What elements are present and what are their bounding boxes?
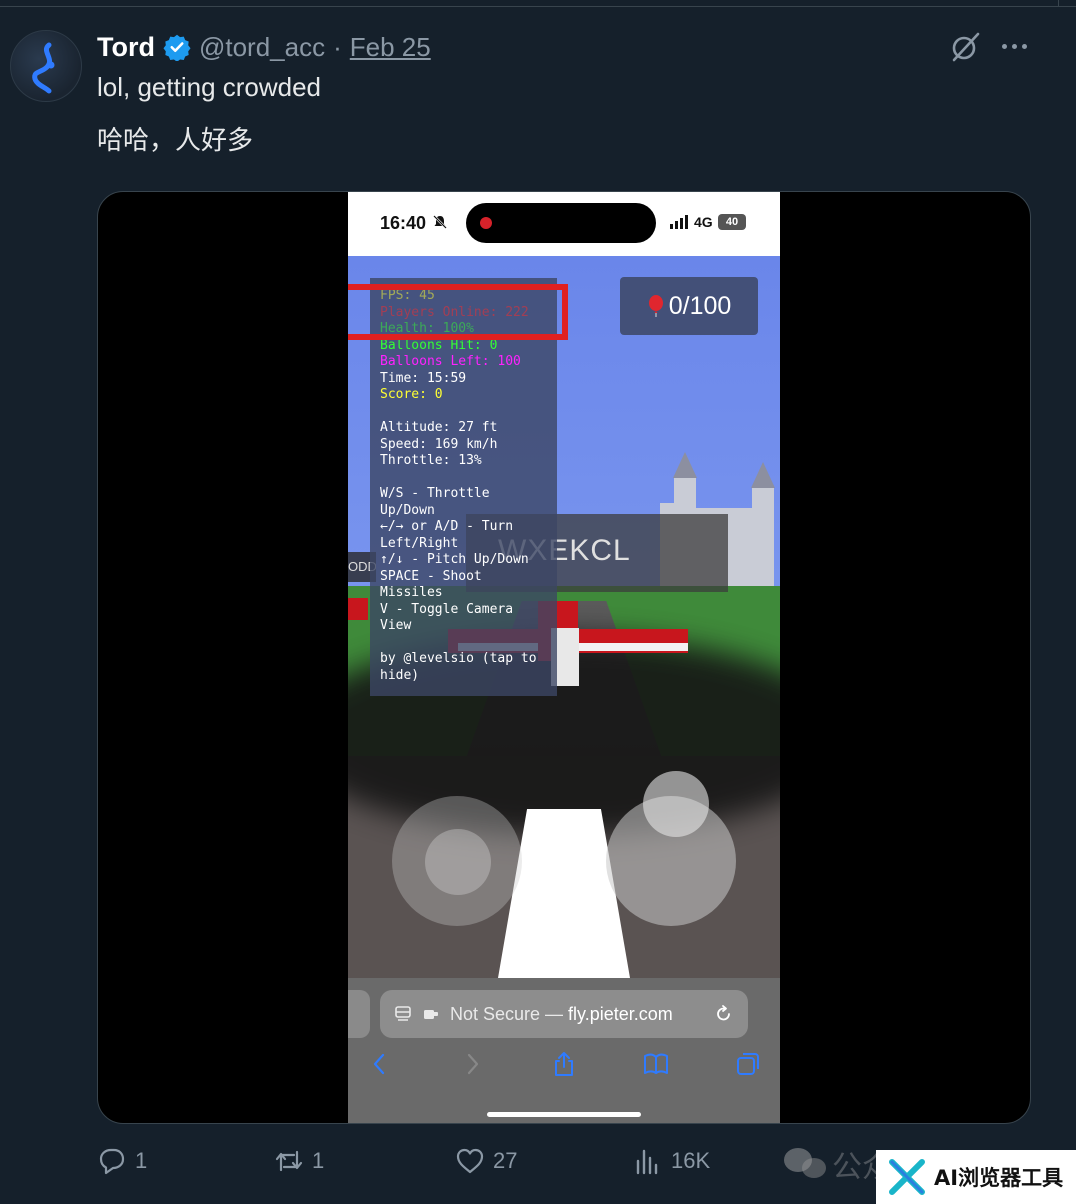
hud-score: Score: 0: [380, 387, 443, 402]
top-divider: [0, 6, 1058, 7]
tweet-text-translation: 哈哈，人好多: [97, 126, 254, 156]
repost-icon: [275, 1150, 303, 1172]
hud-control-throttle: W/S - Throttle Up/Down: [380, 486, 490, 518]
signal-icon: [670, 215, 690, 229]
previous-tab[interactable]: [348, 990, 370, 1038]
url-text: Not Secure — fly.pieter.com: [450, 1004, 673, 1025]
recording-dot: [480, 217, 492, 229]
hud-time: Time: 15:59: [380, 370, 467, 386]
safari-bottom-bar: Not Secure — fly.pieter.com: [348, 978, 780, 1123]
tweet-text: lol, getting crowded: [97, 72, 322, 102]
hud-control-camera: V - Toggle Camera View: [380, 601, 514, 634]
highlight-box: [348, 284, 568, 340]
other-player-plane: [348, 598, 368, 620]
hud-control-shoot: SPACE - Shoot Missiles: [380, 568, 482, 601]
watermark-label: AI浏览器工具: [934, 1166, 1064, 1190]
share-icon[interactable]: [550, 1050, 578, 1078]
watermark: 公众号 AI浏览器工具: [780, 1142, 1076, 1204]
bookmarks-icon[interactable]: [642, 1050, 670, 1078]
balloon-count: 0/100: [668, 291, 732, 320]
tweet-header: Tord @tord_acc · Feb 25: [97, 30, 431, 64]
ios-status-bar: 16:40 4G 40: [348, 192, 780, 256]
verified-badge-icon[interactable]: [163, 33, 191, 61]
hud-speed: Speed: 169 km/h: [380, 436, 498, 452]
status-time: 16:40: [380, 213, 427, 233]
tweet-video[interactable]: 16:40 4G 40 WXEKCL ODD FPS: 45 Players O…: [97, 191, 1031, 1124]
reply-icon: [99, 1148, 125, 1175]
left-joystick-knob[interactable]: [425, 829, 491, 895]
url-bar[interactable]: Not Secure — fly.pieter.com: [380, 990, 748, 1038]
like-button[interactable]: 27: [455, 1146, 517, 1176]
repost-count: 1: [312, 1148, 325, 1173]
author-name[interactable]: Tord: [97, 32, 155, 63]
battery-icon: 40: [718, 214, 746, 230]
silent-bell-icon: [433, 215, 447, 229]
hud-altitude: Altitude: 27 ft: [380, 420, 498, 435]
safari-toolbar: [348, 1050, 780, 1086]
hud-control-pitch: ↑/↓ - Pitch Up/Down: [380, 552, 529, 567]
hud-credit[interactable]: by @levelsio (tap to hide): [380, 651, 547, 684]
repost-button[interactable]: 1: [274, 1146, 324, 1176]
back-icon[interactable]: [366, 1050, 394, 1078]
right-joystick-knob[interactable]: [643, 771, 709, 837]
page-menu-icon[interactable]: [394, 1005, 412, 1023]
wechat-icon: [784, 1148, 826, 1178]
views-button[interactable]: 16K: [633, 1146, 710, 1176]
hud-balloons-left: Balloons Left: 100: [380, 354, 521, 369]
author-handle[interactable]: @tord_acc: [199, 32, 325, 63]
url-security-label: Not Secure —: [450, 1003, 569, 1024]
phone-screen-recording: 16:40 4G 40 WXEKCL ODD FPS: 45 Players O…: [348, 192, 780, 1123]
like-count: 27: [493, 1148, 518, 1173]
tweet-date[interactable]: Feb 25: [350, 32, 431, 63]
views-count: 16K: [671, 1148, 711, 1173]
balloon-counter: 0/100: [620, 277, 758, 335]
url-host: fly.pieter.com: [568, 1003, 673, 1024]
forward-icon[interactable]: [458, 1050, 486, 1078]
watermark-badge: AI浏览器工具: [876, 1150, 1076, 1204]
reply-button[interactable]: 1: [97, 1146, 147, 1176]
more-options-icon[interactable]: [998, 38, 1030, 54]
network-type: 4G: [694, 214, 713, 230]
hud-panel[interactable]: FPS: 45 Players Online: 222 Health: 100%…: [370, 278, 557, 696]
views-icon: [636, 1149, 658, 1175]
grok-icon[interactable]: [948, 30, 982, 64]
tabs-icon[interactable]: [734, 1050, 762, 1078]
hud-throttle: Throttle: 13%: [380, 453, 482, 468]
top-divider-stub: [1058, 0, 1076, 7]
home-indicator: [487, 1112, 641, 1117]
author-avatar[interactable]: [10, 30, 82, 102]
separator-dot: ·: [333, 31, 342, 62]
ai-browser-logo-icon: [889, 1159, 925, 1195]
like-icon: [456, 1148, 484, 1174]
reload-icon[interactable]: [714, 1004, 734, 1024]
dynamic-island: [466, 203, 656, 243]
extension-icon[interactable]: [422, 1005, 440, 1023]
avatar-logo-icon: [32, 42, 55, 94]
game-viewport[interactable]: WXEKCL ODD FPS: 45 Players Online: 222 H…: [348, 256, 780, 978]
reply-count: 1: [135, 1148, 148, 1173]
balloon-icon: [648, 295, 663, 317]
hud-control-turn: ←/→ or A/D - Turn Left/Right: [380, 519, 514, 551]
